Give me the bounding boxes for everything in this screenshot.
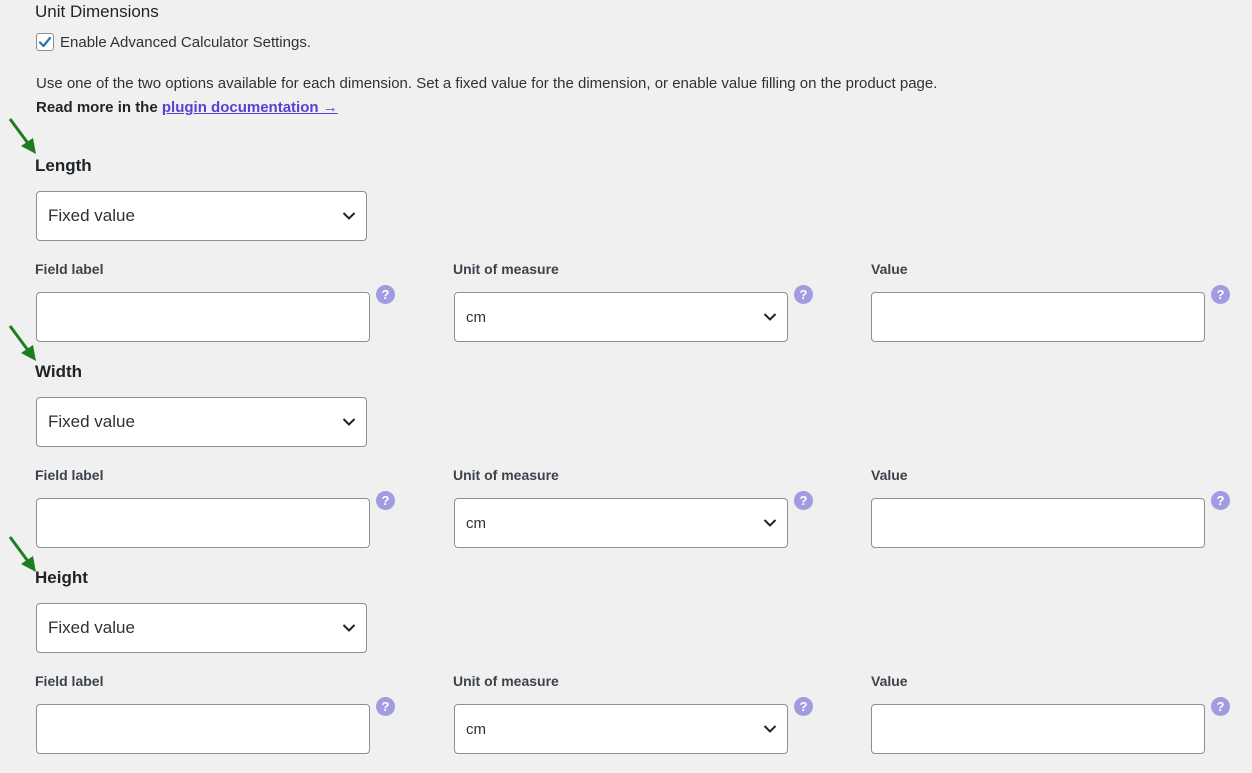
length-value-heading: Value [871, 261, 908, 277]
height-unit-value: cm [466, 720, 486, 738]
arrow-icon [8, 325, 36, 361]
chevron-down-icon [342, 418, 356, 426]
width-mode-value: Fixed value [48, 412, 135, 431]
width-value-input[interactable] [871, 498, 1205, 548]
chevron-down-icon [342, 212, 356, 220]
help-icon[interactable]: ? [1211, 491, 1230, 510]
length-value-input[interactable] [871, 292, 1205, 342]
height-field-label-heading: Field label [35, 673, 104, 689]
height-mode-value: Fixed value [48, 618, 135, 637]
chevron-down-icon [763, 313, 777, 321]
width-unit-select[interactable]: cm [454, 498, 788, 548]
width-value-heading: Value [871, 467, 908, 483]
section-title: Unit Dimensions [35, 2, 159, 21]
width-field-label-input[interactable] [36, 498, 370, 548]
dimension-title-length: Length [35, 156, 92, 175]
arrow-icon [8, 118, 36, 154]
checkmark-icon [38, 36, 52, 48]
dimension-title-height: Height [35, 568, 88, 587]
length-unit-heading: Unit of measure [453, 261, 559, 277]
help-icon[interactable]: ? [376, 491, 395, 510]
height-field-label-input[interactable] [36, 704, 370, 754]
length-field-label-input[interactable] [36, 292, 370, 342]
enable-advanced-row[interactable]: Enable Advanced Calculator Settings. [36, 33, 311, 51]
help-icon[interactable]: ? [1211, 285, 1230, 304]
chevron-down-icon [763, 519, 777, 527]
enable-advanced-label: Enable Advanced Calculator Settings. [60, 33, 311, 51]
help-icon[interactable]: ? [794, 285, 813, 304]
help-icon[interactable]: ? [1211, 697, 1230, 716]
chevron-down-icon [342, 624, 356, 632]
width-unit-value: cm [466, 514, 486, 532]
length-mode-select[interactable]: Fixed value [36, 191, 367, 241]
width-unit-heading: Unit of measure [453, 467, 559, 483]
enable-advanced-checkbox[interactable] [36, 33, 54, 51]
dimension-title-width: Width [35, 362, 83, 381]
length-mode-value: Fixed value [48, 206, 135, 225]
help-icon[interactable]: ? [794, 491, 813, 510]
height-unit-heading: Unit of measure [453, 673, 559, 689]
width-mode-select[interactable]: Fixed value [36, 397, 367, 447]
height-mode-select[interactable]: Fixed value [36, 603, 367, 653]
height-value-heading: Value [871, 673, 908, 689]
plugin-documentation-link[interactable]: plugin documentation → [162, 99, 338, 116]
width-field-label-heading: Field label [35, 467, 104, 483]
length-unit-select[interactable]: cm [454, 292, 788, 342]
length-field-label-heading: Field label [35, 261, 104, 277]
read-more-prefix: Read more in the [36, 99, 158, 116]
description-text: Use one of the two options available for… [36, 75, 938, 92]
help-icon[interactable]: ? [376, 285, 395, 304]
help-icon[interactable]: ? [376, 697, 395, 716]
read-more-line: Read more in the plugin documentation → [36, 99, 338, 116]
help-icon[interactable]: ? [794, 697, 813, 716]
length-unit-value: cm [466, 308, 486, 326]
height-value-input[interactable] [871, 704, 1205, 754]
height-unit-select[interactable]: cm [454, 704, 788, 754]
chevron-down-icon [763, 725, 777, 733]
